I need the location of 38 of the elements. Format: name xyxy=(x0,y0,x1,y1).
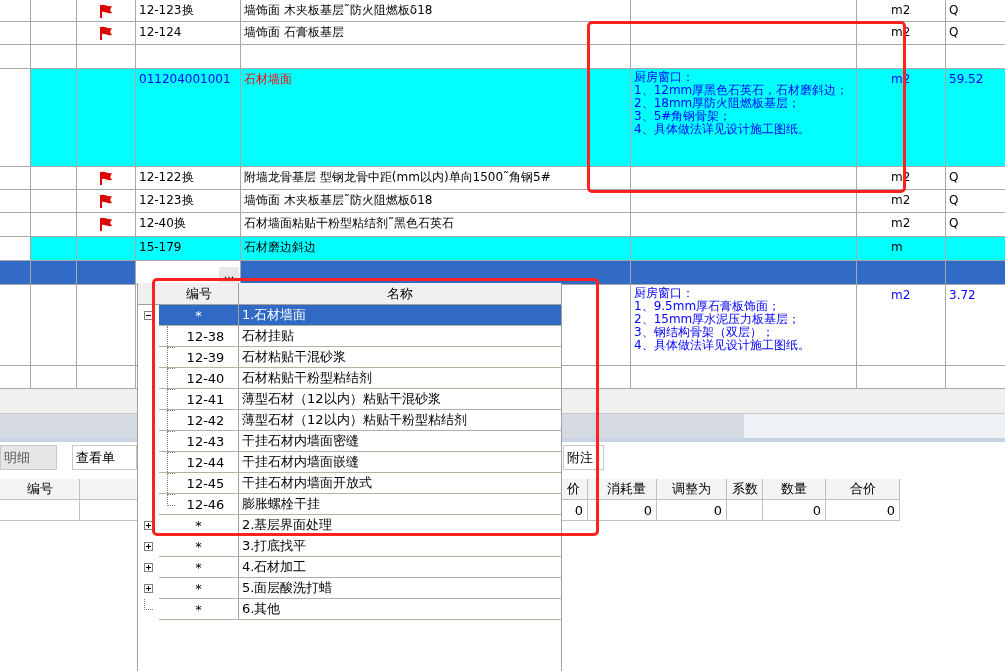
quantity-cell: Q xyxy=(946,190,1005,213)
description-cell: 厨房窗口： 1、9.5mm厚石膏板饰面； 2、15mm厚水泥压力板基层； 3、钢结构骨架（双层）； 4、具体做法详见设计施工图纸。 xyxy=(631,285,857,366)
unit-cell: m2 xyxy=(857,285,946,366)
quantity-cell: Q xyxy=(946,0,1005,22)
table-cell: 0 xyxy=(657,500,727,521)
name-cell: 石材磨边斜边 xyxy=(241,237,631,261)
name-cell: 墙饰面 木夹板基层˜防火阻燃板δ18 xyxy=(241,0,631,22)
quantity-cell: Q xyxy=(946,22,1005,45)
column-header: 数量 xyxy=(763,479,826,500)
name-cell: 石材墙面 xyxy=(241,69,631,167)
unit-cell: m xyxy=(857,237,946,261)
column-header: 名称 xyxy=(386,284,414,303)
column-header: 调整为 xyxy=(657,479,727,500)
code-cell: 12-122换 xyxy=(136,167,241,190)
table-cell: 0 xyxy=(826,500,900,521)
column-header: 合价 xyxy=(826,479,900,500)
column-header: 系数 xyxy=(727,479,763,500)
unit-cell: m2 xyxy=(857,190,946,213)
name-cell: 墙饰面 木夹板基层˜防火阻燃板δ18 xyxy=(241,190,631,213)
quantity-cell: 59.52 xyxy=(946,69,1005,167)
column-header: 价 xyxy=(560,479,588,500)
code-cell: 12-123换 xyxy=(136,190,241,213)
column-header: 编号 xyxy=(0,479,80,500)
name-cell: 附墙龙骨基层 型钢龙骨中距(mm以内)单向1500˜角钢5# xyxy=(241,167,631,190)
code-cell: 12-123换 xyxy=(136,0,241,22)
table-cell: 0 xyxy=(597,500,657,521)
quantity-cell: 3.72 xyxy=(946,285,1005,366)
quantity-cell: Q xyxy=(946,167,1005,190)
unit-cell: m2 xyxy=(857,0,946,22)
description-cell: 厨房窗口： 1、12mm厚黑色石英石，石材磨斜边； 2、18mm厚防火阻燃板基层； 3、5#角钢骨架； 4、具体做法详见设计施工图纸。 xyxy=(631,69,857,167)
column-header: 编号 xyxy=(159,283,239,304)
name-cell: 墙饰面 石膏板基层 xyxy=(241,22,631,45)
column-header: 消耗量 xyxy=(597,479,657,500)
code-cell: 15-179 xyxy=(136,237,241,261)
code-cell: 011204001001 xyxy=(136,69,241,167)
table-cell: 0 xyxy=(763,500,826,521)
code-cell: 12-124 xyxy=(136,22,241,45)
table-cell: 0 xyxy=(560,500,588,521)
